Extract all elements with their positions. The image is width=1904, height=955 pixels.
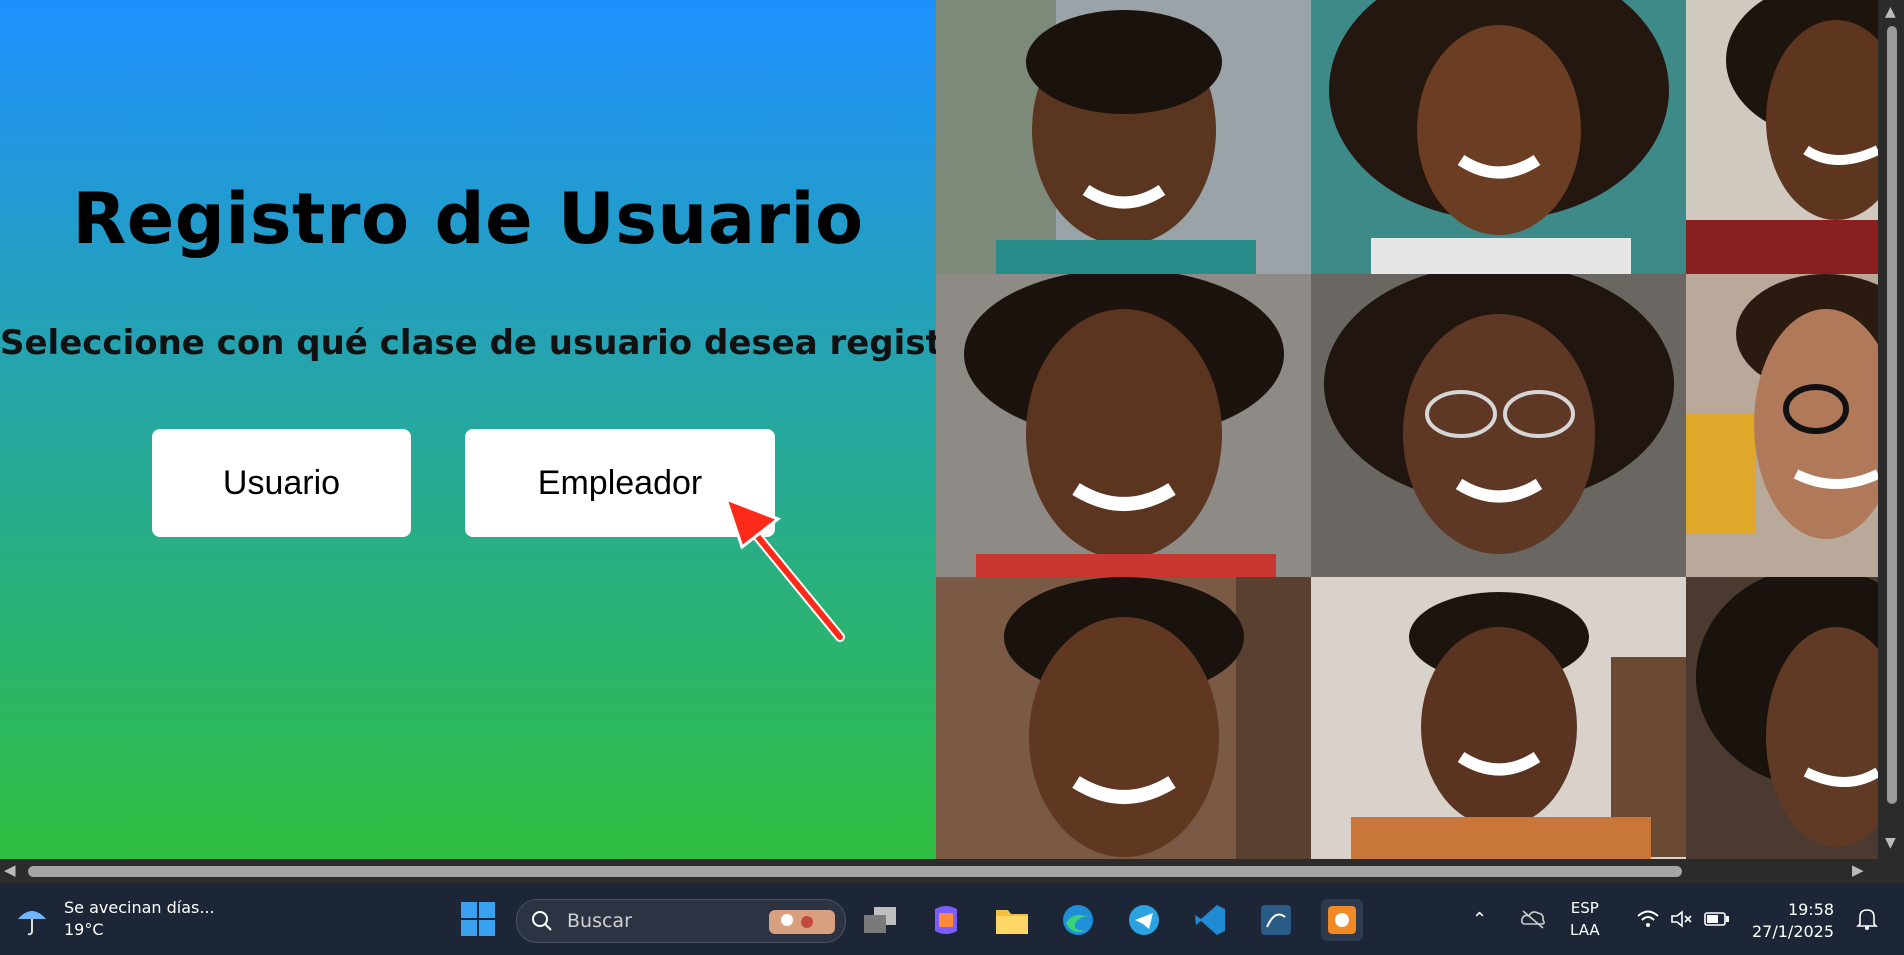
registration-panel: Registro de Usuario Seleccione con qué c… <box>0 0 1042 859</box>
windows-start-icon[interactable] <box>460 901 496 937</box>
language-code: ESP <box>1570 899 1599 917</box>
scroll-left-icon[interactable]: ◀ <box>4 861 16 879</box>
usuario-button[interactable]: Usuario <box>152 429 411 537</box>
screenshot-tool-icon[interactable] <box>1321 899 1363 941</box>
keyboard-layout: LAA <box>1570 921 1600 939</box>
person-photo <box>1311 577 1686 859</box>
search-highlight-icon <box>769 910 835 934</box>
edge-icon[interactable] <box>1057 899 1099 941</box>
taskbar: Se avecinan días... 19°C Buscar ⌃ ESP LA… <box>0 883 1904 955</box>
photo-collage <box>936 0 1878 859</box>
weather-summary: Se avecinan días... <box>64 898 215 917</box>
search-label: Buscar <box>567 910 632 932</box>
weather-temperature: 19°C <box>64 920 104 939</box>
weather-widget[interactable]: Se avecinan días... 19°C <box>14 897 215 941</box>
page-subtitle: Seleccione con qué clase de usuario dese… <box>0 323 1042 363</box>
scroll-down-icon[interactable]: ▼ <box>1885 835 1896 851</box>
volume-muted-icon[interactable] <box>1670 909 1694 929</box>
horizontal-scrollbar[interactable]: ◀ ▶ <box>0 859 1904 883</box>
search-icon <box>532 911 552 931</box>
person-photo <box>1311 0 1686 274</box>
battery-icon[interactable] <box>1704 911 1730 927</box>
clock-time: 19:58 <box>1787 900 1835 919</box>
scroll-up-icon[interactable]: ▲ <box>1885 4 1896 20</box>
scroll-right-icon[interactable]: ▶ <box>1852 861 1864 879</box>
person-photo <box>936 274 1311 577</box>
chevron-up-icon[interactable]: ⌃ <box>1472 909 1487 930</box>
umbrella-icon <box>18 911 46 936</box>
copilot-icon[interactable] <box>925 899 967 941</box>
clock[interactable]: 19:58 27/1/2025 <box>1752 899 1834 943</box>
wifi-icon[interactable] <box>1636 909 1660 929</box>
person-photo <box>936 577 1311 859</box>
mysql-workbench-icon[interactable] <box>1255 899 1297 941</box>
horizontal-scroll-thumb[interactable] <box>28 866 1682 877</box>
person-photo <box>1686 577 1878 859</box>
taskbar-search[interactable]: Buscar <box>516 899 846 943</box>
file-explorer-icon[interactable] <box>991 899 1033 941</box>
notification-bell-icon[interactable] <box>1854 906 1880 932</box>
vertical-scrollbar[interactable]: ▲ ▼ <box>1878 0 1904 859</box>
vscode-icon[interactable] <box>1189 899 1231 941</box>
person-photo <box>1311 274 1686 577</box>
cloud-offline-icon[interactable] <box>1520 908 1546 930</box>
clock-date: 27/1/2025 <box>1752 922 1835 941</box>
task-view-icon[interactable] <box>859 899 901 941</box>
person-photo <box>1686 0 1878 274</box>
annotation-arrow-icon <box>723 496 845 642</box>
page-title: Registro de Usuario <box>72 178 864 260</box>
language-indicator[interactable]: ESP LAA <box>1570 897 1600 941</box>
person-photo <box>936 0 1311 274</box>
person-photo <box>1686 274 1878 577</box>
vertical-scroll-thumb[interactable] <box>1887 26 1897 804</box>
telegram-icon[interactable] <box>1123 899 1165 941</box>
